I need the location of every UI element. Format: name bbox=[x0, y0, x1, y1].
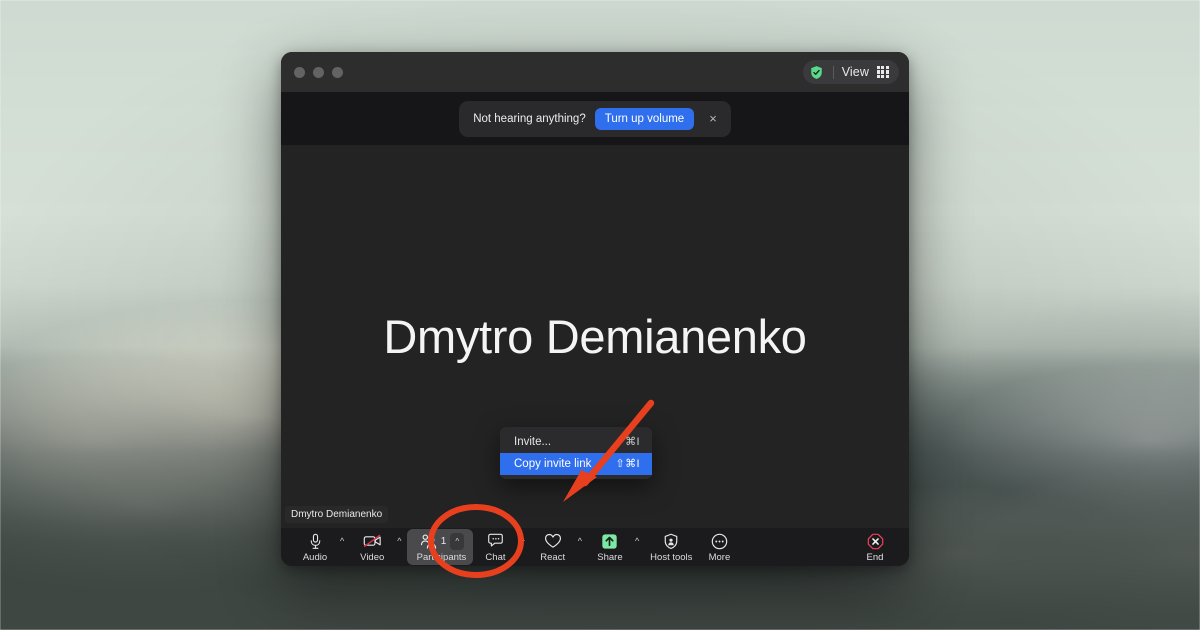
menu-item-copy-invite-link-shortcut: ⇧⌘I bbox=[615, 458, 640, 470]
view-label: View bbox=[841, 65, 869, 79]
camera-off-icon bbox=[363, 533, 382, 550]
end-call-icon bbox=[867, 533, 884, 550]
shield-host-tools-icon bbox=[663, 533, 679, 550]
menu-item-invite[interactable]: Invite... ⌘I bbox=[500, 431, 652, 453]
chat-button[interactable]: Chat bbox=[473, 529, 517, 565]
video-label: Video bbox=[360, 551, 385, 563]
toolbar-group-react: React ^ bbox=[531, 529, 588, 565]
menu-item-invite-shortcut: ⌘I bbox=[625, 436, 640, 448]
host-tools-button[interactable]: Host tools bbox=[645, 529, 697, 565]
react-options-chevron-icon[interactable]: ^ bbox=[575, 536, 588, 558]
window-titlebar: View bbox=[281, 52, 909, 92]
traffic-lights bbox=[294, 66, 343, 78]
close-window-button[interactable] bbox=[294, 66, 305, 78]
participants-options-chevron-icon[interactable]: ^ bbox=[450, 532, 465, 550]
audio-notification-banner: Not hearing anything? Turn up volume × bbox=[459, 100, 731, 137]
toolbar-group-video: Video ^ bbox=[350, 529, 407, 565]
end-button[interactable]: End bbox=[853, 529, 897, 565]
audio-button[interactable]: Audio bbox=[293, 529, 337, 565]
minimize-window-button[interactable] bbox=[313, 66, 324, 78]
toolbar-group-share: Share ^ bbox=[588, 529, 645, 565]
chat-label: Chat bbox=[485, 551, 506, 563]
participants-top-row: 1 ^ bbox=[419, 532, 465, 550]
host-tools-label: Host tools bbox=[650, 551, 693, 563]
end-label: End bbox=[866, 551, 884, 563]
heart-icon bbox=[544, 533, 562, 550]
banner-strip: Not hearing anything? Turn up volume × bbox=[281, 92, 909, 145]
maximize-window-button[interactable] bbox=[332, 66, 343, 78]
toolbar-group-more: More bbox=[697, 529, 741, 565]
menu-item-copy-invite-link[interactable]: Copy invite link ⇧⌘I bbox=[500, 453, 652, 475]
grid-layout-icon[interactable] bbox=[877, 66, 890, 78]
participants-button[interactable]: 1 ^ Participants bbox=[407, 529, 474, 565]
react-button[interactable]: React bbox=[531, 529, 575, 565]
share-label: Share bbox=[597, 551, 623, 563]
participants-icon bbox=[419, 533, 437, 550]
meeting-toolbar: Audio ^ Video ^ 1 ^ Participants Chat ^ … bbox=[281, 528, 909, 566]
invite-context-menu: Invite... ⌘I Copy invite link ⇧⌘I bbox=[500, 427, 652, 479]
participants-count: 1 bbox=[440, 535, 447, 547]
participant-display-name: Dmytro Demianenko bbox=[383, 310, 807, 363]
microphone-icon bbox=[309, 533, 322, 550]
chat-options-chevron-icon[interactable]: ^ bbox=[517, 536, 530, 558]
zoom-meeting-window: View Not hearing anything? Turn up volum… bbox=[281, 52, 909, 566]
more-ellipsis-icon bbox=[711, 533, 728, 550]
toolbar-group-end: End bbox=[853, 529, 897, 565]
banner-message: Not hearing anything? bbox=[473, 112, 586, 125]
participant-name-chip: Dmytro Demianenko bbox=[285, 506, 389, 523]
toolbar-group-participants: 1 ^ Participants bbox=[407, 529, 474, 565]
toolbar-group-audio: Audio ^ bbox=[293, 529, 350, 565]
video-stage: Dmytro Demianenko Dmytro Demianenko Invi… bbox=[281, 145, 909, 528]
toolbar-group-host-tools: Host tools bbox=[645, 529, 697, 565]
view-controls[interactable]: View bbox=[802, 60, 899, 84]
menu-item-invite-label: Invite... bbox=[514, 435, 552, 448]
green-shield-check-icon[interactable] bbox=[809, 64, 825, 80]
share-options-chevron-icon[interactable]: ^ bbox=[632, 536, 645, 558]
titlebar-divider bbox=[832, 65, 834, 79]
more-label: More bbox=[708, 551, 731, 563]
more-button[interactable]: More bbox=[697, 529, 741, 565]
participants-label: Participants bbox=[416, 551, 467, 563]
audio-options-chevron-icon[interactable]: ^ bbox=[337, 536, 350, 558]
chat-bubble-icon bbox=[487, 533, 504, 550]
share-screen-icon bbox=[601, 533, 618, 550]
turn-up-volume-button[interactable]: Turn up volume bbox=[594, 107, 695, 130]
menu-item-copy-invite-link-label: Copy invite link bbox=[514, 457, 592, 470]
video-button[interactable]: Video bbox=[350, 529, 394, 565]
toolbar-group-chat: Chat ^ bbox=[473, 529, 530, 565]
close-banner-icon[interactable]: × bbox=[703, 112, 723, 125]
video-options-chevron-icon[interactable]: ^ bbox=[394, 536, 407, 558]
react-label: React bbox=[540, 551, 566, 563]
audio-label: Audio bbox=[302, 551, 328, 563]
share-button[interactable]: Share bbox=[588, 529, 632, 565]
